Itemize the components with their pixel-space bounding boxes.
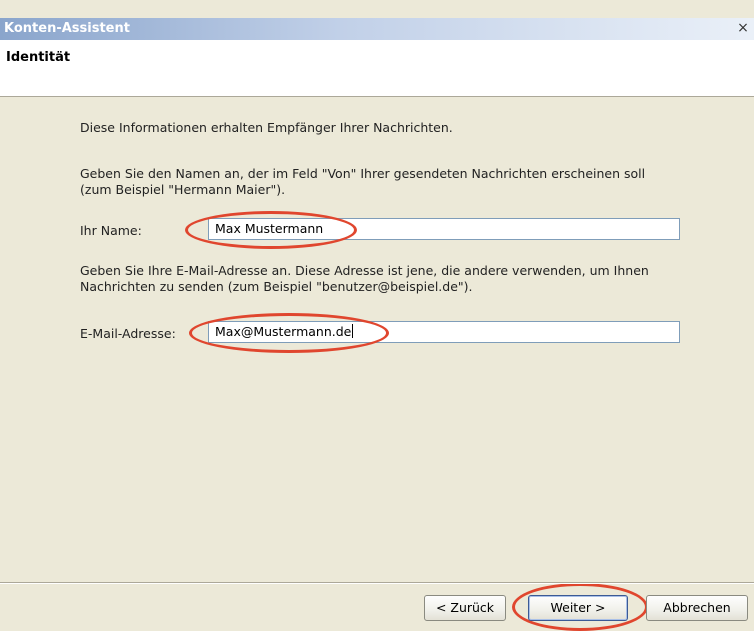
intro-text: Diese Informationen erhalten Empfänger I…: [80, 120, 453, 135]
title-bar[interactable]: Konten-Assistent ×: [0, 18, 754, 40]
wizard-content: Diese Informationen erhalten Empfänger I…: [0, 97, 754, 581]
name-input[interactable]: Max Mustermann: [208, 218, 680, 240]
cancel-button[interactable]: Abbrechen: [646, 595, 748, 621]
window-title: Konten-Assistent: [4, 21, 130, 36]
page-title: Identität: [6, 50, 71, 65]
name-help-text-line2: (zum Beispiel "Hermann Maier").: [80, 182, 286, 197]
next-button[interactable]: Weiter >: [528, 595, 628, 621]
email-input-value: Max@Mustermann.de: [215, 324, 352, 339]
wizard-header: Identität: [0, 40, 754, 97]
account-wizard-window: Konten-Assistent × Identität Diese Infor…: [0, 0, 754, 631]
email-help-text-line1: Geben Sie Ihre E-Mail-Adresse an. Diese …: [80, 263, 649, 278]
email-help-text-line2: Nachrichten zu senden (zum Beispiel "ben…: [80, 279, 473, 294]
name-label: Ihr Name:: [80, 223, 142, 238]
name-help-text-line1: Geben Sie den Namen an, der im Feld "Von…: [80, 166, 646, 181]
email-input[interactable]: Max@Mustermann.de: [208, 321, 680, 343]
close-icon[interactable]: ×: [736, 21, 750, 35]
text-caret: [352, 324, 354, 338]
name-input-value: Max Mustermann: [215, 221, 324, 236]
back-button[interactable]: < Zurück: [424, 595, 506, 621]
email-label: E-Mail-Adresse:: [80, 326, 176, 341]
footer-separator: [0, 582, 754, 584]
